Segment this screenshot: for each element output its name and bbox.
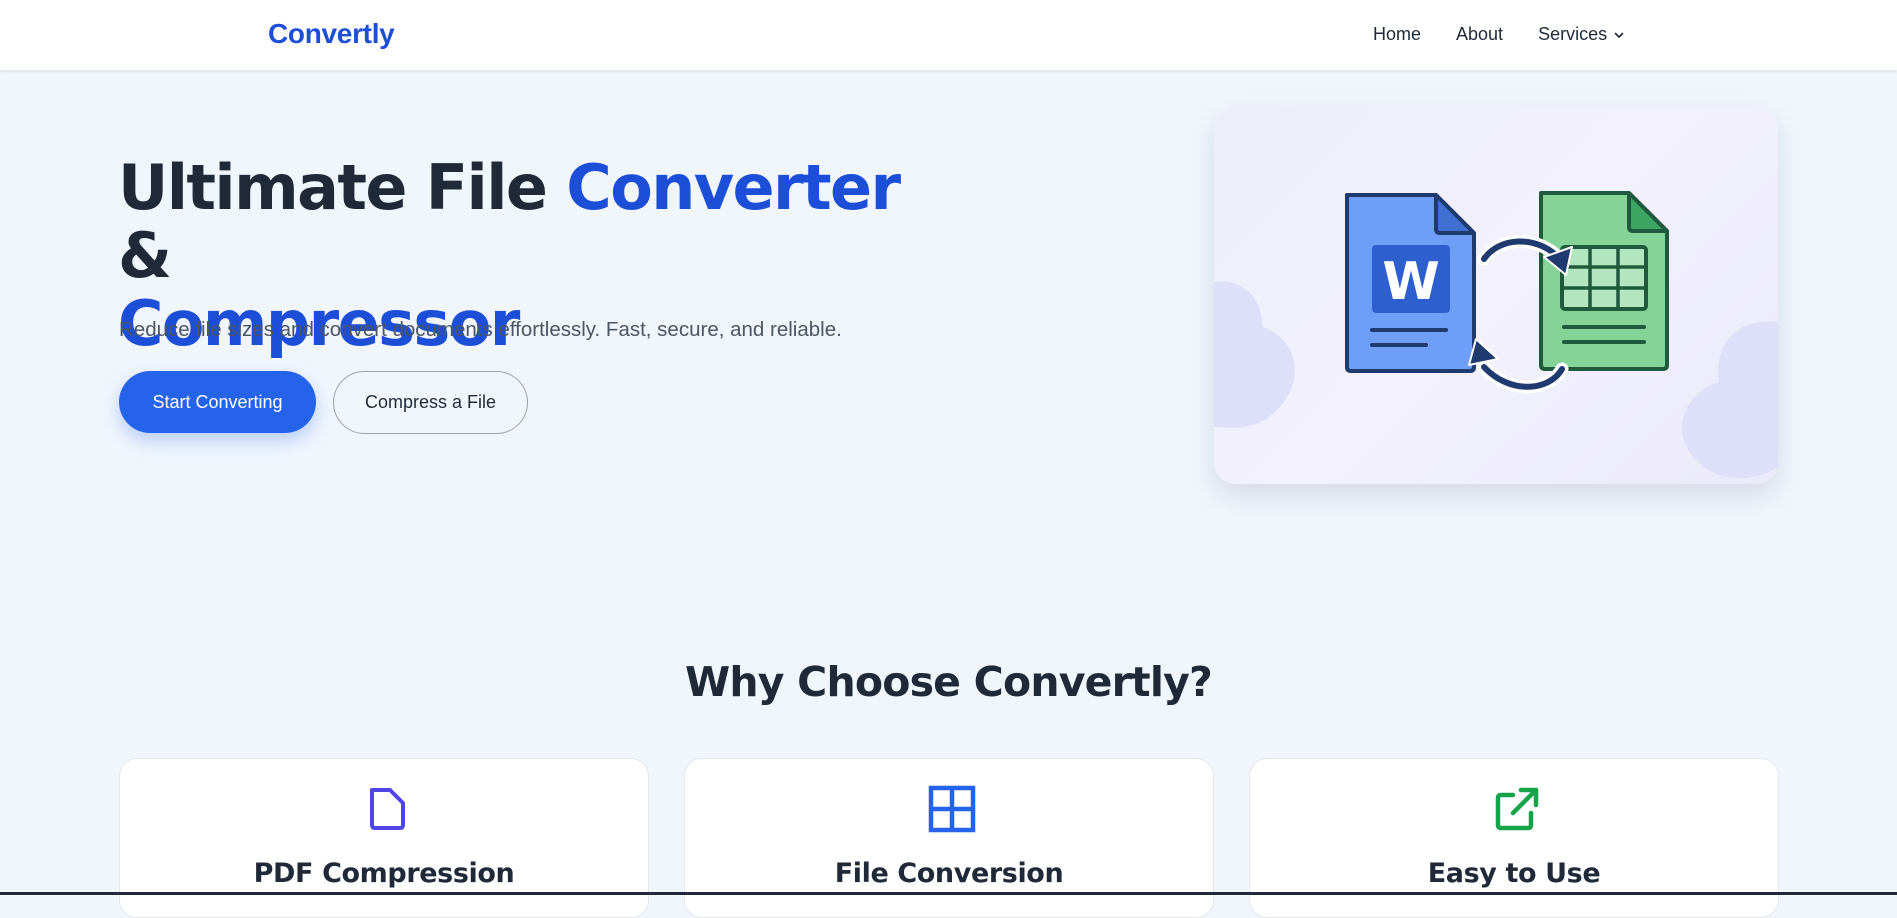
nav-home-link[interactable]: Home (1373, 24, 1421, 45)
chevron-down-icon (1614, 32, 1624, 38)
start-converting-button[interactable]: Start Converting (119, 371, 316, 433)
feature-title: Easy to Use (1427, 858, 1601, 889)
feature-title: PDF Compression (253, 858, 515, 889)
hero-subtitle: Reduce file sizes and convert documents … (119, 318, 842, 341)
grid-icon (928, 785, 976, 833)
hero-title-part2: & (118, 219, 172, 292)
external-link-icon (1495, 787, 1539, 831)
spreadsheet-document-icon (1539, 191, 1669, 371)
hero-title-accent-converter: Converter (566, 151, 901, 224)
feature-title: File Conversion (834, 858, 1064, 889)
document-icon (370, 788, 405, 830)
features-heading: Why Choose Convertly? (684, 658, 1213, 706)
nav-about-link[interactable]: About (1456, 24, 1503, 45)
compress-file-button[interactable]: Compress a File (333, 371, 528, 434)
nav-services-label: Services (1538, 24, 1608, 44)
hero-title-part1: Ultimate File (118, 151, 567, 224)
file-conversion-illustration: W (1214, 191, 1778, 479)
brand-logo[interactable]: Convertly (268, 18, 395, 50)
main-nav: Home About Services (1373, 24, 1625, 45)
hero-illustration-card: W (1214, 107, 1778, 484)
word-document-icon: W (1345, 193, 1476, 373)
top-navbar: Convertly Home About Services (0, 0, 1897, 71)
word-letter: W (1382, 252, 1439, 312)
nav-services-dropdown[interactable]: Services (1538, 24, 1625, 45)
